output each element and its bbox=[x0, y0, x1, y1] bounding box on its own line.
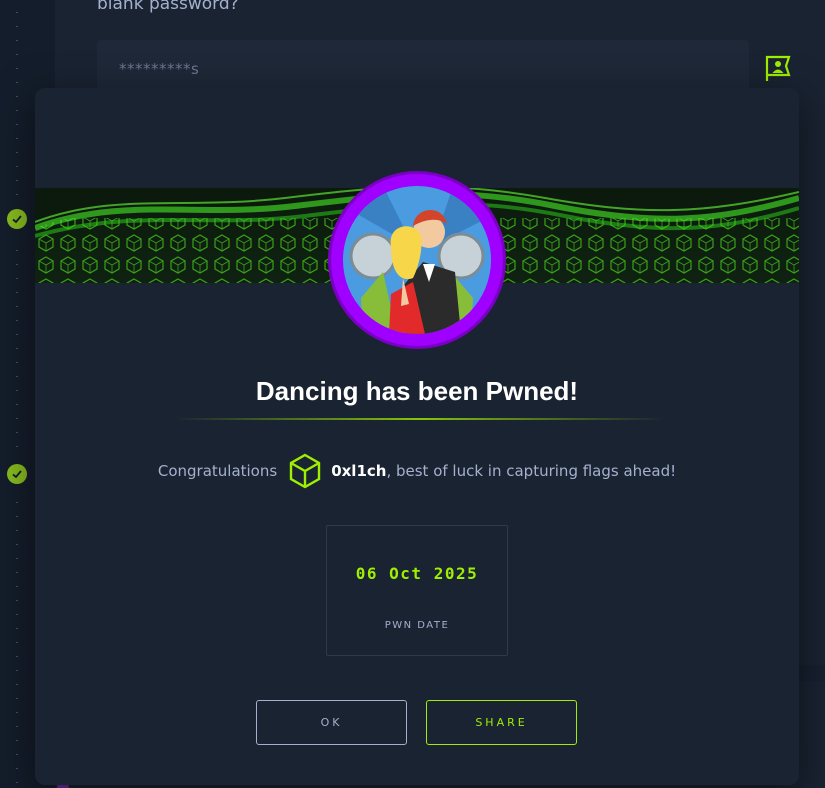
rail-dot bbox=[16, 628, 18, 629]
flag-user-icon[interactable] bbox=[764, 54, 792, 82]
rail-dot bbox=[16, 166, 18, 167]
rail-dot bbox=[16, 600, 18, 601]
pwn-date-label: PWN DATE bbox=[384, 620, 450, 631]
machine-avatar bbox=[331, 174, 503, 346]
rail-dot bbox=[16, 754, 18, 755]
progress-rail bbox=[0, 0, 34, 788]
rail-dot bbox=[16, 656, 18, 657]
rail-dot bbox=[16, 614, 18, 615]
congrats-prefix: Congratulations bbox=[157, 462, 278, 480]
rail-dot bbox=[16, 82, 18, 83]
rail-dot bbox=[16, 110, 18, 111]
rail-dot bbox=[16, 712, 18, 713]
rail-dot bbox=[16, 404, 18, 405]
rail-dot bbox=[16, 768, 18, 769]
rail-dot bbox=[16, 278, 18, 279]
rail-dot bbox=[16, 698, 18, 699]
rail-dot bbox=[16, 670, 18, 671]
rail-dot bbox=[16, 292, 18, 293]
rail-dot bbox=[16, 390, 18, 391]
rail-dot bbox=[16, 432, 18, 433]
rail-dot bbox=[16, 68, 18, 69]
hackthebox-cube-icon bbox=[287, 452, 323, 490]
username[interactable]: 0xl1ch bbox=[331, 462, 386, 480]
pwn-date-value: 06 Oct 2025 bbox=[355, 564, 479, 583]
congrats-message: Congratulations 0xl1ch , best of luck in… bbox=[35, 452, 799, 490]
rail-dot bbox=[16, 586, 18, 587]
rail-dot bbox=[16, 54, 18, 55]
dancing-couple-avatar bbox=[343, 186, 491, 334]
rail-dot bbox=[16, 12, 18, 13]
rail-dot bbox=[16, 138, 18, 139]
answer-value: *********s bbox=[119, 60, 200, 78]
ok-button[interactable]: OK bbox=[256, 700, 407, 745]
rail-dot bbox=[16, 264, 18, 265]
rail-dot bbox=[16, 782, 18, 783]
rail-dot bbox=[16, 124, 18, 125]
rail-dot bbox=[16, 516, 18, 517]
pwn-date-card: 06 Oct 2025 PWN DATE bbox=[326, 525, 508, 656]
task-question: blank password? bbox=[97, 0, 239, 14]
rail-dot bbox=[16, 40, 18, 41]
rail-dot bbox=[16, 348, 18, 349]
pwned-title: Dancing has been Pwned! bbox=[255, 376, 579, 406]
rail-dot bbox=[16, 642, 18, 643]
rail-dot bbox=[16, 320, 18, 321]
rail-dot bbox=[16, 152, 18, 153]
rail-dot bbox=[16, 684, 18, 685]
rail-dot bbox=[16, 376, 18, 377]
rail-dot bbox=[16, 502, 18, 503]
rail-dot bbox=[16, 362, 18, 363]
rail-dot bbox=[16, 418, 18, 419]
rail-dot bbox=[16, 180, 18, 181]
rail-dot bbox=[16, 558, 18, 559]
pwned-modal: Dancing has been Pwned! Congratulations … bbox=[35, 88, 799, 785]
check-icon bbox=[7, 209, 27, 229]
title-divider bbox=[175, 418, 665, 420]
rail-dot bbox=[16, 334, 18, 335]
check-icon bbox=[7, 464, 27, 484]
congrats-suffix: , best of luck in capturing flags ahead! bbox=[386, 462, 677, 480]
rail-dot bbox=[16, 250, 18, 251]
rail-dot bbox=[16, 306, 18, 307]
rail-dot bbox=[16, 740, 18, 741]
rail-dot bbox=[16, 446, 18, 447]
rail-dot bbox=[16, 194, 18, 195]
rail-dot bbox=[16, 530, 18, 531]
rail-dot bbox=[16, 544, 18, 545]
rail-dot bbox=[16, 96, 18, 97]
share-button[interactable]: SHARE bbox=[426, 700, 577, 745]
rail-dot bbox=[16, 26, 18, 27]
rail-dot bbox=[16, 572, 18, 573]
rail-dot bbox=[16, 726, 18, 727]
